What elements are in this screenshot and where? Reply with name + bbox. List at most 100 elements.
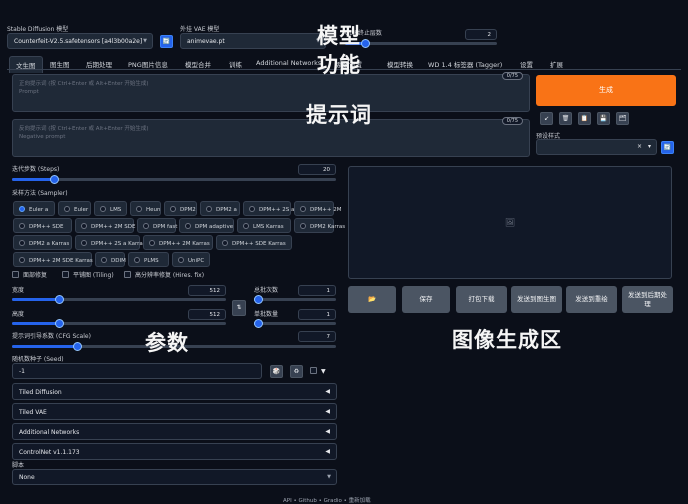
slider-knob[interactable] [254, 295, 263, 304]
tab-1[interactable]: 图生图 [50, 59, 70, 69]
zip-download-button[interactable]: 打包下载 [456, 286, 507, 313]
batch-count-slider[interactable] [254, 295, 336, 304]
checkbox-box[interactable] [62, 271, 69, 278]
slider-knob[interactable] [73, 342, 82, 351]
batch-size-slider[interactable] [254, 319, 336, 328]
paste-icon[interactable]: 📋 [578, 112, 591, 125]
radio-icon[interactable] [222, 240, 228, 246]
clip-slider-knob[interactable] [361, 39, 370, 48]
refresh-model-button[interactable]: 🔄 [160, 35, 173, 48]
trash-icon[interactable]: 🗑 [559, 112, 572, 125]
tab-5[interactable]: 训练 [229, 59, 242, 69]
extra-seed-toggle[interactable]: ▼ [310, 367, 336, 377]
width-slider[interactable] [12, 295, 226, 304]
steps-slider[interactable] [12, 175, 336, 184]
refresh-styles-button[interactable]: 🔄 [661, 141, 674, 154]
sampler-option[interactable]: DPM++ 2M SDE Karras [13, 252, 93, 267]
sampler-option[interactable]: DPM2 a [200, 201, 240, 216]
send-to-inpaint-button[interactable]: 发送到重绘 [566, 286, 617, 313]
width-input[interactable]: 512 [188, 285, 226, 296]
send-to-img2img-button[interactable]: 发送到图生图 [511, 286, 562, 313]
slider-knob[interactable] [254, 319, 263, 328]
tiling-checkbox[interactable]: 平铺图 (Tiling) [62, 270, 114, 279]
radio-icon[interactable] [206, 206, 212, 212]
radio-icon[interactable] [143, 223, 149, 229]
height-input[interactable]: 512 [188, 309, 226, 320]
sampler-option[interactable]: LMS [94, 201, 127, 216]
hires-checkbox[interactable]: 高分辨率修复 (Hires. fix) [124, 270, 204, 279]
accordion-1[interactable]: Tiled VAE ◀ [12, 403, 337, 420]
radio-icon[interactable] [134, 257, 140, 263]
restore-faces-checkbox[interactable]: 面部修复 [12, 270, 47, 279]
radio-icon[interactable] [19, 223, 25, 229]
generate-button[interactable]: 生成 [536, 75, 676, 106]
cfg-input[interactable]: 7 [298, 331, 336, 342]
swap-dimensions-button[interactable]: ⇅ [232, 300, 246, 316]
sampler-option[interactable]: DPM++ 2M SDE [75, 218, 135, 233]
apply-style-icon[interactable]: 🗂 [616, 112, 629, 125]
model-select[interactable]: Counterfeit-V2.5.safetensors [a4l3b00a2e… [7, 33, 153, 49]
sampler-option[interactable]: DDIM [95, 252, 126, 267]
height-slider[interactable] [12, 319, 226, 328]
tab-8[interactable]: 模型转换 [387, 59, 413, 69]
radio-icon[interactable] [149, 240, 155, 246]
save-style-icon[interactable]: 💾 [597, 112, 610, 125]
slider-knob[interactable] [55, 319, 64, 328]
clear-icon[interactable]: × [637, 143, 642, 150]
sampler-option[interactable]: DPM++ 2S a [243, 201, 294, 216]
sampler-option[interactable]: DPM++ 2M [294, 201, 342, 216]
batch-size-input[interactable]: 1 [298, 309, 336, 320]
radio-icon[interactable] [101, 257, 107, 263]
radio-icon[interactable] [19, 257, 25, 263]
script-select[interactable]: None ▼ [12, 469, 337, 485]
tab-3[interactable]: PNG图片信息 [128, 59, 168, 69]
batch-count-input[interactable]: 1 [298, 285, 336, 296]
radio-icon[interactable] [243, 223, 249, 229]
sampler-option[interactable]: UniPC [172, 252, 211, 267]
checkbox-box[interactable] [12, 271, 19, 278]
radio-icon[interactable] [64, 206, 70, 212]
tab-11[interactable]: 扩展 [550, 59, 563, 69]
seed-input[interactable]: -1 [12, 363, 262, 379]
accordion-3[interactable]: ControlNet v1.1.173 ◀ [12, 443, 337, 460]
sampler-option[interactable]: Euler a [13, 201, 55, 216]
sampler-option[interactable]: DPM2 a Karras [13, 235, 72, 250]
radio-icon[interactable] [19, 240, 25, 246]
tab-0[interactable]: 文生图 [9, 56, 43, 73]
sampler-option[interactable]: DPM++ 2M Karras [143, 235, 213, 250]
radio-icon[interactable] [185, 223, 191, 229]
styles-select[interactable]: × ▾ [536, 139, 657, 155]
checkbox-box[interactable] [310, 367, 317, 374]
radio-icon[interactable] [249, 206, 255, 212]
sampler-option[interactable]: DPM2 [164, 201, 197, 216]
sampler-option[interactable]: DPM adaptive [179, 218, 234, 233]
sampler-option[interactable]: DPM++ SDE [13, 218, 72, 233]
radio-icon[interactable] [19, 206, 25, 212]
tab-4[interactable]: 模型合并 [185, 59, 211, 69]
vae-select[interactable]: animevae.pt ▼ [180, 33, 326, 49]
slider-knob[interactable] [50, 175, 59, 184]
radio-icon[interactable] [81, 223, 87, 229]
sampler-option[interactable]: DPM++ 2S a Karras [75, 235, 146, 250]
negative-prompt-textarea[interactable]: 反向提示词 (按 Ctrl+Enter 或 Alt+Enter 开始生成) Ne… [12, 117, 530, 157]
interrogate-icon[interactable]: ↙ [540, 112, 553, 125]
tab-10[interactable]: 设置 [520, 59, 533, 69]
checkbox-box[interactable] [124, 271, 131, 278]
tab-2[interactable]: 后期处理 [86, 59, 112, 69]
clip-slider[interactable] [345, 39, 497, 48]
sampler-option[interactable]: DPM2 Karras [294, 218, 345, 233]
radio-icon[interactable] [170, 206, 176, 212]
sampler-option[interactable]: PLMS [128, 252, 169, 267]
sampler-option[interactable]: DPM fast [137, 218, 177, 233]
radio-icon[interactable] [178, 257, 184, 263]
radio-icon[interactable] [136, 206, 142, 212]
accordion-2[interactable]: Additional Networks ◀ [12, 423, 337, 440]
open-folder-button[interactable]: 📂 [348, 286, 396, 313]
send-to-extras-button[interactable]: 发送到后期处理 [622, 286, 673, 313]
steps-input[interactable]: 20 [298, 164, 336, 175]
tab-9[interactable]: WD 1.4 标签器 (Tagger) [428, 59, 502, 69]
radio-icon[interactable] [100, 206, 106, 212]
random-seed-button[interactable]: 🎲 [270, 365, 283, 378]
accordion-0[interactable]: Tiled Diffusion ◀ [12, 383, 337, 400]
sampler-option[interactable]: Heun [130, 201, 161, 216]
